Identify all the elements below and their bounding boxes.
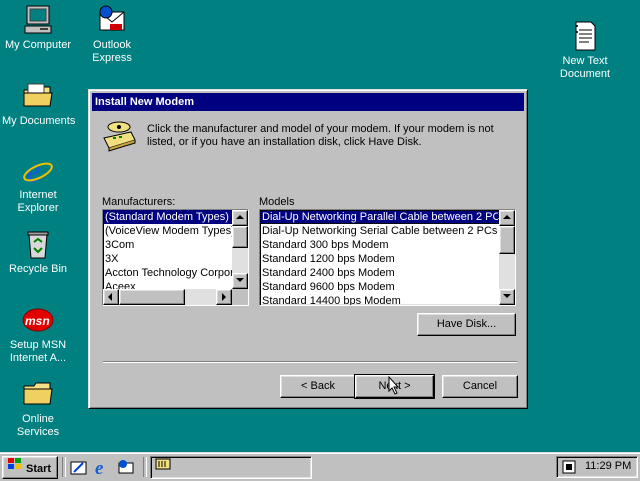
mouse-cursor-icon [388,375,400,398]
text-document-icon [569,20,601,52]
separator [103,361,517,363]
manufacturer-item[interactable]: (Standard Modem Types) [103,210,248,224]
toolbar-separator [62,457,66,477]
svg-text:msn: msn [25,314,50,328]
desktop-icon-internet-explorer[interactable]: e Internet Explorer [0,153,76,215]
scroll-left-button[interactable] [103,289,119,305]
desktop-icon-label: Recycle Bin [8,263,68,275]
desktop-icon-label: My Documents [2,115,76,127]
manufacturers-listbox[interactable]: (Standard Modem Types) (VoiceView Modem … [102,209,249,306]
cancel-label: Cancel [462,380,498,392]
desktop-icon-outlook-express[interactable]: Outlook Express [74,4,150,65]
recycle-bin-icon [22,228,54,260]
start-button[interactable]: Start [2,456,58,479]
model-item[interactable]: Standard 2400 bps Modem [260,266,515,280]
have-disk-button[interactable]: Have Disk... [417,313,516,336]
desktop-icon-label: Online Services [16,413,60,438]
quick-launch-internet-explorer-icon[interactable]: e [94,458,112,479]
start-label: Start [26,462,52,475]
model-item[interactable]: Standard 14400 bps Modem [260,294,515,305]
outlook-express-icon [96,4,128,36]
model-item[interactable]: Standard 9600 bps Modem [260,280,515,294]
arrow-left-icon [108,293,112,301]
scroll-down-button[interactable] [232,273,248,289]
desktop-icon-label: Outlook Express [92,39,132,64]
svg-text:e: e [95,458,104,476]
internet-explorer-icon: e [22,153,54,190]
folder-icon [22,80,54,112]
taskbar-window-button[interactable] [150,456,312,479]
manufacturers-vertical-scrollbar[interactable] [232,210,248,289]
modem-small-icon [155,457,171,479]
scroll-up-button[interactable] [232,210,248,226]
windows-logo-icon [7,457,23,479]
models-label: Models [259,196,295,208]
msn-icon: msn [22,304,54,336]
manufacturer-item[interactable]: Accton Technology Corpora [103,266,248,280]
desktop-icon-my-computer[interactable]: My Computer [0,4,76,52]
scroll-thumb[interactable] [119,289,185,305]
cancel-button[interactable]: Cancel [442,375,518,398]
arrow-down-icon [236,278,244,282]
system-tray: 11:29 PM [556,456,638,478]
arrow-up-icon [236,215,244,219]
desktop-icon-label: Internet Explorer [17,189,59,214]
taskbar: Start e 11:29 PM [0,452,640,481]
quick-launch-show-desktop-icon[interactable] [70,459,88,477]
back-button[interactable]: < Back [280,375,356,398]
model-item[interactable]: Standard 1200 bps Modem [260,252,515,266]
have-disk-label: Have Disk... [436,318,497,330]
models-listbox[interactable]: Dial-Up Networking Parallel Cable betwee… [259,209,516,306]
scroll-up-button[interactable] [499,210,515,226]
arrow-up-icon [503,215,511,219]
scroll-thumb[interactable] [499,226,515,254]
desktop-icon-label: Setup MSN Internet A... [9,339,67,364]
manufacturer-item[interactable]: (VoiceView Modem Types) [103,224,248,238]
desktop-icon-my-documents[interactable]: My Documents [0,80,76,128]
desktop-icon-online-services[interactable]: Online Services [0,378,76,439]
scroll-down-button[interactable] [499,289,515,305]
model-item[interactable]: Dial-Up Networking Serial Cable between … [260,224,515,238]
quick-launch-outlook-express-icon[interactable] [117,458,135,476]
install-new-modem-dialog: Install New Modem Click the manufacturer… [88,89,528,409]
dialog-title: Install New Modem [95,96,195,108]
manufacturer-item[interactable]: 3X [103,252,248,266]
manufacturers-horizontal-scrollbar[interactable] [103,289,232,305]
desktop-icon-recycle-bin[interactable]: Recycle Bin [0,228,76,276]
dialog-titlebar[interactable]: Install New Modem [92,93,524,111]
manufacturer-item[interactable]: 3Com [103,238,248,252]
model-item[interactable]: Dial-Up Networking Parallel Cable betwee… [260,210,506,224]
clock[interactable]: 11:29 PM [585,460,631,472]
my-computer-icon [22,4,54,36]
folder-icon [22,378,54,410]
manufacturers-label: Manufacturers: [102,196,176,208]
arrow-right-icon [222,293,226,301]
instructions-text: Click the manufacturer and model of your… [147,123,494,148]
model-item[interactable]: Standard 300 bps Modem [260,238,515,252]
desktop-icon-label: New Text Document [559,55,611,80]
scroll-right-button[interactable] [216,289,232,305]
desktop-icon-setup-msn[interactable]: msn Setup MSN Internet A... [0,304,76,365]
back-label: < Back [301,380,335,392]
scroll-thumb[interactable] [232,226,248,248]
toolbar-separator [143,457,147,477]
models-vertical-scrollbar[interactable] [499,210,515,305]
desktop-icon-label: My Computer [4,39,72,51]
modem-icon [101,118,137,152]
volume-icon[interactable] [561,459,577,478]
desktop-icon-new-text-document[interactable]: New Text Document [547,20,623,81]
scroll-corner [232,289,248,305]
arrow-down-icon [503,294,511,298]
